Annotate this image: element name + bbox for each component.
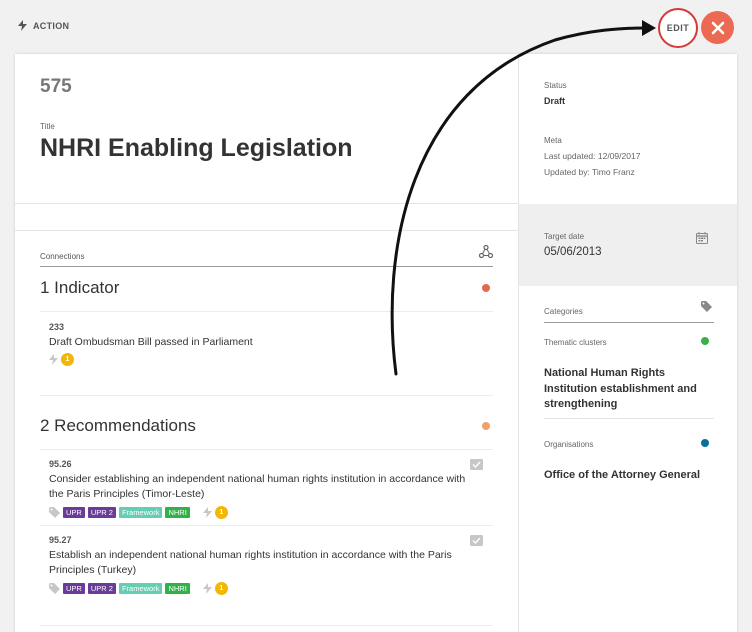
lightning-icon	[49, 354, 58, 365]
connections-label: Connections	[40, 252, 85, 261]
thematic-clusters-label: Thematic clusters	[544, 338, 607, 347]
status-label: Status	[544, 81, 567, 90]
divider	[544, 418, 714, 419]
thematic-cluster-value[interactable]: National Human Rights Institution establ…	[544, 366, 714, 413]
action-count-badge: 1	[214, 582, 228, 595]
lightning-icon	[202, 583, 212, 594]
recommendation-text: Consider establishing an independent nat…	[49, 473, 466, 500]
lightning-icon	[202, 507, 212, 518]
edit-button[interactable]: EDIT	[658, 8, 698, 48]
indicator-text: Draft Ombudsman Bill passed in Parliamen…	[49, 336, 253, 348]
updated-by: Updated by: Timo Franz	[544, 167, 635, 177]
tag-icon	[701, 301, 712, 312]
sidebar: Status Draft Meta Last updated: 12/09/20…	[518, 54, 737, 632]
action-label-text: ACTION	[33, 20, 70, 31]
recommendation-item[interactable]: 95.27 Establish an independent national …	[40, 525, 493, 601]
indicator-number: 233	[49, 322, 65, 332]
status-value: Draft	[544, 96, 566, 106]
tag-icon	[49, 583, 60, 594]
indicator-status-dot	[482, 284, 490, 292]
tag-framework[interactable]: Framework	[118, 583, 163, 594]
indicators-title: 1 Indicator	[40, 278, 120, 297]
checkbox-icon	[470, 459, 483, 470]
lightning-icon	[18, 20, 27, 31]
recommendations-title: 2 Recommendations	[40, 416, 196, 435]
target-date-label: Target date	[544, 232, 585, 241]
thematic-cluster-dot	[701, 337, 709, 345]
page-title: NHRI Enabling Legislation	[40, 134, 353, 162]
tag-framework[interactable]: Framework	[118, 507, 163, 518]
close-button[interactable]	[701, 11, 734, 44]
recommendation-text: Establish an independent national human …	[49, 549, 452, 576]
title-label: Title	[40, 122, 55, 131]
tag-nhri[interactable]: NHRI	[165, 583, 190, 594]
recommendation-number: 95.26	[49, 459, 72, 469]
recommendation-meta: UPR UPR 2 Framework NHRI 1	[49, 506, 228, 519]
tag-upr[interactable]: UPR	[63, 583, 85, 594]
recommendation-status-dot	[482, 422, 490, 430]
tag-upr-2[interactable]: UPR 2	[87, 507, 116, 518]
categories-label: Categories	[544, 307, 583, 316]
last-updated: Last updated: 12/09/2017	[544, 151, 641, 161]
connections-header: Connections	[40, 243, 493, 267]
tag-icon	[49, 507, 60, 518]
recommendation-meta: UPR UPR 2 Framework NHRI 1	[49, 582, 228, 595]
action-detail-card: 575 Title NHRI Enabling Legislation Conn…	[15, 54, 737, 632]
organisations-label: Organisations	[544, 440, 594, 449]
checkbox-icon	[470, 535, 483, 546]
tag-nhri[interactable]: NHRI	[165, 507, 190, 518]
organisation-value[interactable]: Office of the Attorney General	[544, 468, 714, 484]
action-count-badge: 1	[214, 506, 228, 519]
indicator-meta: 1	[49, 353, 74, 366]
meta-label: Meta	[544, 136, 562, 145]
connections-panel: Connections 1 Indicator 233 Draft Ombuds…	[15, 230, 518, 626]
indicator-item[interactable]: 233 Draft Ombudsman Bill passed in Parli…	[40, 311, 493, 395]
connections-icon[interactable]	[479, 245, 493, 258]
recommendation-number: 95.27	[49, 535, 72, 545]
item-number: 575	[40, 76, 72, 97]
recommendation-item[interactable]: 95.26 Consider establishing an independe…	[40, 449, 493, 525]
action-type-label: ACTION	[18, 20, 69, 31]
target-date-value: 05/06/2013	[544, 246, 602, 258]
target-date-panel: Target date 05/06/2013	[519, 204, 737, 286]
action-header: 575 Title NHRI Enabling Legislation	[15, 54, 518, 204]
divider	[40, 625, 493, 626]
divider	[40, 395, 493, 396]
action-count-badge: 1	[61, 353, 74, 366]
calendar-icon	[696, 232, 708, 244]
organisation-dot	[701, 439, 709, 447]
categories-header: Categories	[544, 299, 714, 323]
top-bar: ACTION EDIT	[0, 0, 752, 54]
tag-upr[interactable]: UPR	[63, 507, 85, 518]
tag-upr-2[interactable]: UPR 2	[87, 583, 116, 594]
close-icon	[711, 21, 724, 34]
